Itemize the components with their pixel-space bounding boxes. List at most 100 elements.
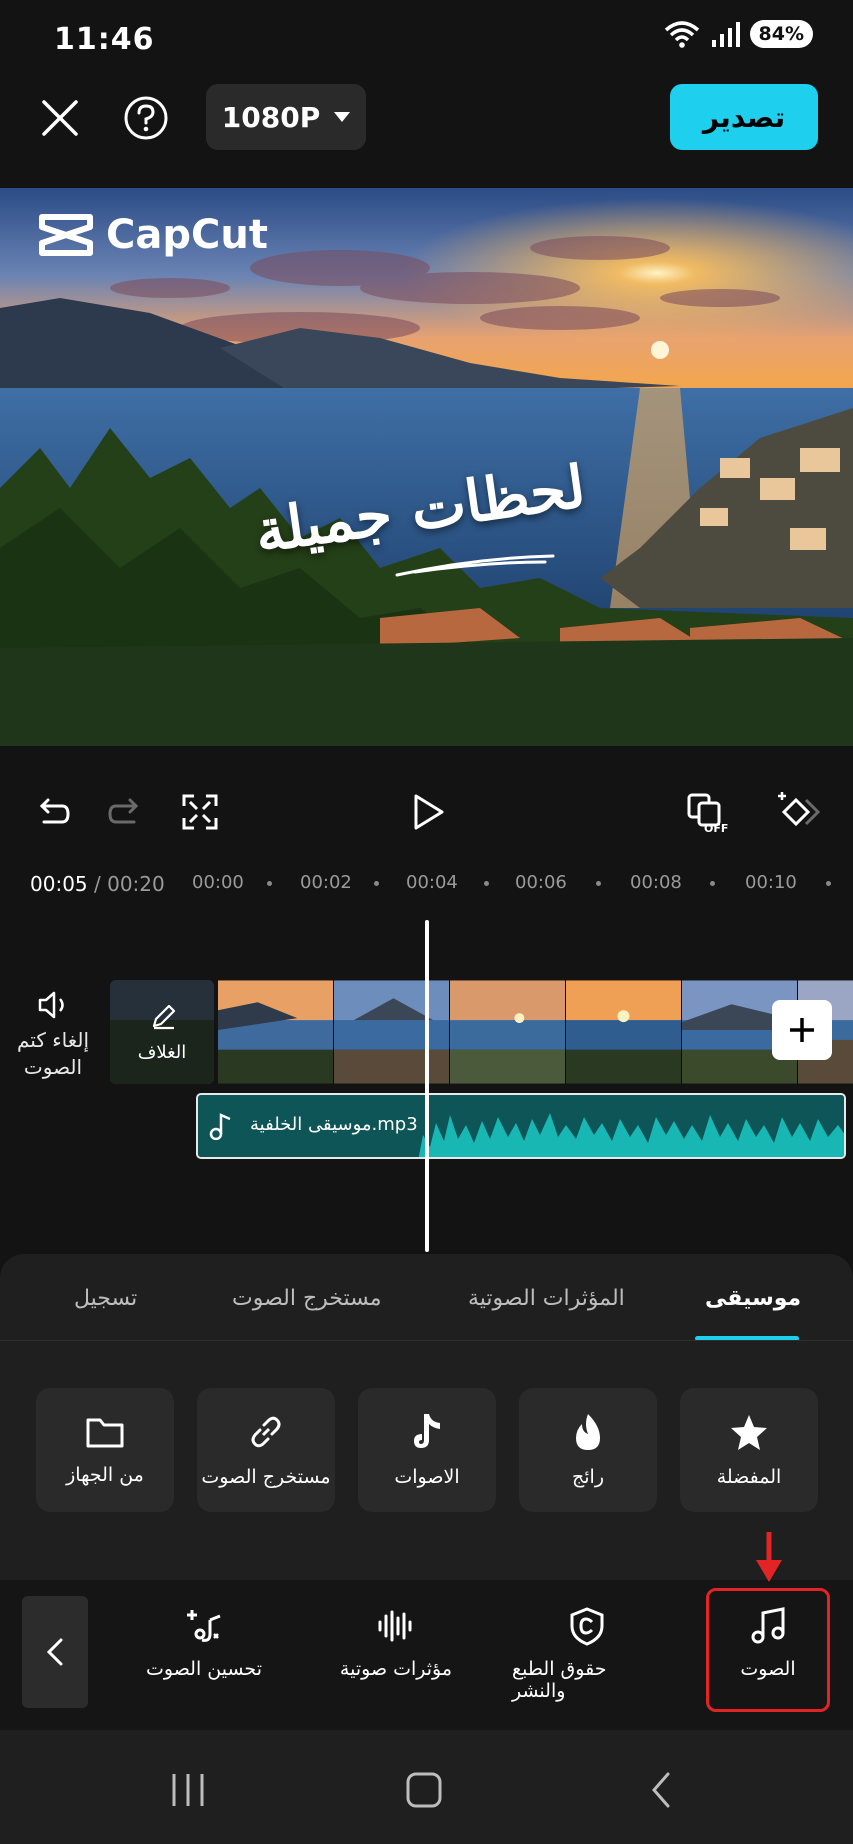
tool-label: تحسين الصوت bbox=[146, 1658, 262, 1680]
keyframe-button[interactable] bbox=[776, 792, 822, 836]
tile-label: من الجهاز bbox=[66, 1464, 144, 1486]
battery-badge: 84% bbox=[749, 20, 813, 48]
tool-sound-effects[interactable]: مؤثرات صوتية bbox=[336, 1606, 456, 1680]
magic-wand-icon bbox=[187, 1610, 221, 1642]
star-icon bbox=[731, 1415, 767, 1450]
waveform-icon bbox=[378, 1610, 412, 1642]
ruler-tick-label: 00:08 bbox=[630, 872, 682, 893]
tile-label: رائج bbox=[571, 1466, 604, 1488]
tile-label: المفضلة bbox=[716, 1466, 782, 1488]
capcut-brand-text: CapCut bbox=[106, 212, 268, 258]
play-icon bbox=[414, 794, 444, 830]
recent-apps-button[interactable] bbox=[168, 1770, 208, 1814]
capcut-logo: CapCut bbox=[38, 212, 268, 258]
resolution-dropdown[interactable]: 1080P bbox=[206, 84, 366, 150]
close-button[interactable] bbox=[36, 94, 84, 142]
audio-track-music-icon bbox=[208, 1112, 232, 1144]
link-icon bbox=[251, 1416, 281, 1448]
tile-label: الاصوات bbox=[394, 1466, 460, 1488]
playhead[interactable] bbox=[425, 920, 429, 1252]
tab-sound-effects[interactable]: المؤثرات الصوتية bbox=[468, 1286, 625, 1311]
tile-trending[interactable]: رائج bbox=[519, 1388, 657, 1512]
add-clip-button[interactable] bbox=[772, 1000, 832, 1060]
ruler-tick-label: 00:06 bbox=[515, 872, 567, 893]
video-frame bbox=[334, 980, 450, 1084]
home-button[interactable] bbox=[404, 1770, 444, 1814]
ruler-dot bbox=[267, 881, 272, 886]
status-indicators: 84% bbox=[664, 20, 813, 48]
folder-icon bbox=[86, 1418, 124, 1448]
ruler-tick-label: 00:00 bbox=[192, 872, 244, 893]
tool-copyright[interactable]: حقوق الطبع والنشر bbox=[512, 1606, 662, 1702]
playback-time: 00:05 / 00:20 bbox=[30, 872, 165, 896]
toolbar-back-button[interactable] bbox=[22, 1596, 88, 1708]
tool-label: مؤثرات صوتية bbox=[339, 1658, 453, 1680]
cover-label: الغلاف bbox=[137, 1042, 187, 1063]
video-frame bbox=[450, 980, 566, 1084]
back-icon bbox=[652, 1772, 670, 1808]
recent-apps-icon bbox=[172, 1774, 204, 1806]
tab-music[interactable]: موسيقى bbox=[705, 1286, 801, 1311]
total-time: / 00:20 bbox=[94, 872, 165, 896]
tool-audio-highlight bbox=[706, 1588, 830, 1712]
signal-icon bbox=[711, 22, 740, 47]
undo-icon bbox=[39, 798, 70, 824]
home-icon bbox=[406, 1772, 442, 1808]
help-icon bbox=[124, 96, 168, 140]
audio-panel bbox=[0, 1254, 853, 1844]
ruler-dot bbox=[710, 881, 715, 886]
plus-icon bbox=[790, 1018, 814, 1042]
effects-toggle-state: OFF bbox=[704, 822, 729, 835]
wifi-icon bbox=[664, 21, 699, 48]
preview-image bbox=[0, 188, 853, 746]
fullscreen-icon bbox=[182, 794, 218, 830]
edit-cover-icon bbox=[150, 1002, 178, 1034]
ruler-tick-label: 00:02 bbox=[300, 872, 352, 893]
export-button[interactable]: تصدير bbox=[670, 84, 818, 150]
video-track[interactable] bbox=[218, 980, 853, 1084]
capcut-logo-icon bbox=[39, 214, 93, 256]
tile-extract-audio[interactable]: مستخرج الصوت bbox=[197, 1388, 335, 1512]
tile-from-device[interactable]: من الجهاز bbox=[36, 1388, 174, 1512]
speaker-icon bbox=[38, 991, 64, 1019]
status-time: 11:46 bbox=[54, 22, 155, 57]
ruler-dot bbox=[596, 881, 601, 886]
tab-extract-audio[interactable]: مستخرج الصوت bbox=[232, 1286, 382, 1311]
redo-button[interactable] bbox=[106, 792, 146, 836]
brush-stroke-decoration bbox=[395, 554, 555, 577]
keyframe-add-icon bbox=[778, 792, 821, 827]
tab-record[interactable]: تسجيل bbox=[74, 1286, 137, 1311]
caret-down-icon bbox=[334, 112, 351, 122]
ruler-dot bbox=[484, 881, 489, 886]
redo-icon bbox=[108, 798, 139, 824]
ruler-dot bbox=[826, 881, 831, 886]
copyright-icon bbox=[570, 1607, 604, 1646]
chevron-left-icon bbox=[46, 1638, 63, 1666]
ruler-tick-label: 00:10 bbox=[745, 872, 797, 893]
tool-enhance-audio[interactable]: تحسين الصوت bbox=[146, 1606, 262, 1680]
undo-button[interactable] bbox=[32, 792, 72, 836]
help-button[interactable] bbox=[122, 94, 170, 142]
tool-label: حقوق الطبع والنشر bbox=[512, 1658, 607, 1702]
mute-label: إلغاء كتم الصوت bbox=[16, 1028, 90, 1079]
play-button[interactable] bbox=[408, 792, 448, 836]
tile-tiktok-sounds[interactable]: الاصوات bbox=[358, 1388, 496, 1512]
pointer-arrow bbox=[756, 1532, 782, 1582]
flame-icon bbox=[576, 1414, 600, 1450]
fullscreen-button[interactable] bbox=[180, 792, 220, 836]
resolution-label: 1080P bbox=[221, 100, 321, 134]
ruler-dot bbox=[374, 881, 379, 886]
audio-track-label: موسيقى الخلفية.mp3 bbox=[250, 1114, 418, 1135]
ruler-tick-label: 00:04 bbox=[406, 872, 458, 893]
tile-favorites[interactable]: المفضلة bbox=[680, 1388, 818, 1512]
current-time: 00:05 bbox=[30, 872, 88, 896]
video-frame bbox=[218, 980, 334, 1084]
effects-toggle-button[interactable]: OFF bbox=[686, 792, 732, 840]
back-button[interactable] bbox=[646, 1770, 676, 1814]
video-preview[interactable] bbox=[0, 188, 853, 746]
mute-toggle[interactable]: إلغاء كتم الصوت bbox=[8, 990, 98, 1081]
tiktok-icon bbox=[414, 1414, 440, 1448]
tile-label: مستخرج الصوت bbox=[201, 1466, 331, 1488]
video-frame bbox=[566, 980, 682, 1084]
close-icon bbox=[42, 100, 78, 136]
